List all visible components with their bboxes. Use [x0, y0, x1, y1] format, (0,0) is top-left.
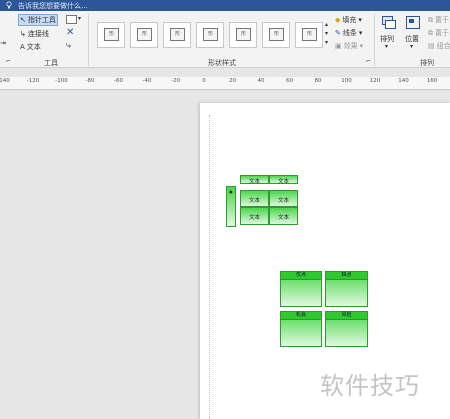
tell-me-search[interactable]: 告诉我您想要做什么... [18, 1, 88, 11]
send-backward-button[interactable]: ⧉ 置于 [428, 28, 449, 38]
arrange-icon[interactable] [380, 15, 396, 29]
table-header-cell[interactable]: 文本 [240, 175, 269, 185]
chevron-down-icon[interactable]: ▾ [385, 43, 388, 50]
group-button[interactable]: ▤ 组合 [428, 41, 450, 51]
page-margin-guide [209, 115, 211, 419]
ruler-tick-label: 0 [202, 78, 206, 84]
tools-group-label: 工具 [44, 59, 58, 67]
table-cell[interactable]: 文本 [269, 190, 298, 207]
divider [88, 14, 89, 66]
table-side-column[interactable]: ● [226, 186, 236, 227]
pointer-icon: ↖ [20, 16, 26, 24]
expand-icon[interactable]: ⌐ [6, 58, 11, 65]
chevron-down-icon: ▾ [359, 42, 364, 50]
position-icon[interactable] [405, 15, 421, 29]
ruler-tick-label: 100 [341, 78, 352, 84]
close-icon[interactable]: ✕ [66, 27, 74, 38]
text-tool-button[interactable]: A 文本 [20, 42, 41, 52]
connection-point-icon[interactable]: ⤷ [66, 41, 71, 51]
lightbulb-icon [6, 1, 12, 9]
table-header-cell[interactable]: 文本 [269, 175, 298, 185]
horizontal-ruler: 140 -120 -100 -80 -60 -40 -20 0 20 40 60 80 100 120 14… [0, 77, 450, 90]
table-cell[interactable]: 文本 [269, 207, 298, 225]
line-button[interactable]: ✎ 线条 ▾ [335, 28, 362, 38]
connector-button[interactable]: ↳ 连接线 [20, 29, 49, 39]
connector-label: 连接线 [27, 30, 49, 38]
send-backward-icon: ⧉ [428, 28, 433, 37]
group-icon: ▤ [428, 42, 435, 50]
ruler-tick-label: -60 [114, 78, 123, 84]
ruler-tick-label: -120 [26, 78, 40, 84]
ruler-tick-label: 160 [426, 78, 438, 84]
ruler-tick-label: 40 [257, 78, 265, 84]
shape-style-1[interactable]: 形 [97, 22, 125, 48]
quadrant-top-left[interactable]: 优点 [280, 271, 322, 307]
ruler-tick-label: 60 [286, 78, 293, 84]
ruler-tick-label: -40 [142, 78, 152, 84]
shape-style-5[interactable]: 形 [229, 22, 257, 48]
shape-style-6[interactable]: 形 [262, 22, 290, 48]
quadrant-top-right[interactable]: 缺点 [325, 271, 368, 307]
quadrant-bottom-left[interactable]: 机会 [280, 311, 322, 347]
ruler-tick-label: -20 [171, 78, 180, 84]
ruler-tick-label: 140 [398, 78, 409, 84]
chevron-down-icon[interactable]: ▾ [410, 43, 413, 50]
ruler-tick-label: 80 [314, 78, 322, 84]
effect-icon: ▣ [335, 42, 342, 50]
table-cell[interactable]: 文本 [240, 190, 269, 207]
ruler-tick-label: -80 [85, 78, 95, 84]
expand-icon[interactable]: ⌐ [366, 58, 371, 65]
table-cell[interactable]: 文本 [240, 207, 269, 225]
ruler-tick-label: 140 [0, 78, 10, 84]
chevron-down-icon[interactable]: ▾ [78, 15, 81, 22]
shape-style-3[interactable]: 形 [163, 22, 191, 48]
side-marker: ● [229, 189, 233, 194]
shape-style-7[interactable]: 形 [295, 22, 323, 48]
bring-forward-icon: ⧉ [428, 15, 433, 24]
shape-style-2[interactable]: 形 [130, 22, 158, 48]
ruler-tick-label: 120 [369, 78, 381, 84]
chevron-down-icon: ▾ [358, 29, 363, 37]
fill-button[interactable]: ◆ 填充 ▾ [335, 15, 362, 25]
pointer-tool-button[interactable]: ↖ 指针工具 [18, 14, 58, 26]
bring-forward-button[interactable]: ⧉ 置于 [428, 15, 449, 25]
divider [374, 14, 375, 66]
text-icon: A [20, 43, 25, 51]
connector-icon: ↳ [20, 30, 26, 38]
line-icon: ✎ [335, 29, 341, 37]
ruler-tick-label: -100 [55, 78, 68, 84]
text-tool-label: 文本 [26, 43, 41, 51]
quadrant-bottom-right[interactable]: 风险 [325, 311, 368, 347]
rectangle-shape-icon[interactable] [66, 15, 77, 24]
ribbon: ↖ 指针工具 ▾ ↳ 连接线 ✕ A 文本 ⤷ ⇥ 工具 ⌐ 形 形 形 形 形… [0, 11, 450, 68]
ruler-tick-label: 20 [229, 78, 236, 84]
sidebar-toggle-icon[interactable]: ⇥ [0, 39, 6, 47]
shape-styles-group-label: 形状样式 [208, 59, 236, 67]
effect-button[interactable]: ▣ 效果 ▾ [335, 41, 363, 51]
pointer-tool-label: 指针工具 [27, 16, 56, 24]
gallery-scroll-icon[interactable]: ▴ ▾ ▾ [325, 20, 328, 47]
arrange-group-label: 排列 [420, 59, 434, 67]
shape-style-4[interactable]: 形 [196, 22, 224, 48]
watermark: 软件技巧 [320, 372, 420, 400]
fill-icon: ◆ [335, 16, 341, 24]
chevron-down-icon: ▾ [358, 16, 362, 24]
